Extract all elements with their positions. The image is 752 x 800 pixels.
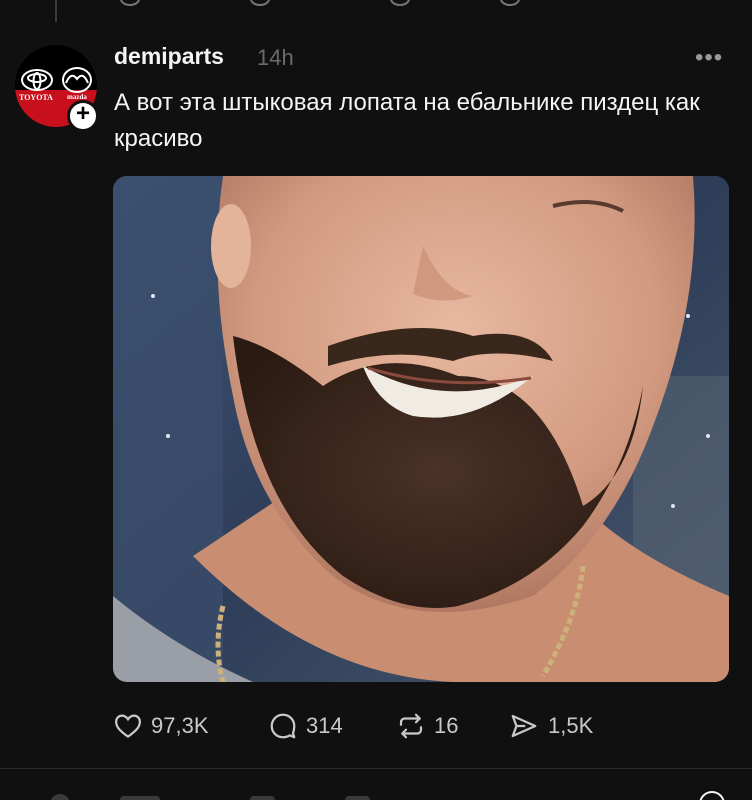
previous-post-actions-partial — [100, 0, 540, 10]
photo-illustration — [113, 176, 729, 682]
repost-icon — [399, 713, 423, 739]
post-timestamp: 14h — [257, 45, 294, 70]
post-image[interactable] — [113, 176, 729, 682]
comment-count: 314 — [306, 713, 343, 738]
toyota-logo-icon — [21, 69, 53, 91]
avatar-container[interactable]: TOYOTA mazda + — [15, 45, 99, 132]
brand-left-label: TOYOTA — [19, 93, 53, 102]
post-divider — [0, 768, 752, 769]
repost-count: 16 — [434, 713, 459, 738]
next-post-partial — [50, 791, 725, 800]
like-button[interactable]: 97,3K — [113, 706, 209, 746]
post-actions-bar: 97,3K 314 16 1,5K — [113, 706, 673, 746]
heart-icon — [114, 714, 142, 739]
share-button[interactable]: 1,5K — [508, 706, 593, 746]
repost-button[interactable]: 16 — [396, 706, 458, 746]
follow-plus-icon[interactable]: + — [67, 100, 99, 132]
mazda-logo-icon — [62, 67, 92, 93]
post-text: А вот эта штыковая лопата на ебальнике п… — [114, 89, 700, 152]
more-options-icon[interactable]: ••• — [695, 44, 723, 72]
comment-icon — [270, 713, 296, 739]
thread-post: TOYOTA mazda + demiparts 14h ••• А вот э… — [0, 30, 752, 765]
share-count: 1,5K — [548, 713, 594, 738]
comment-button[interactable]: 314 — [268, 706, 343, 746]
send-icon — [511, 714, 537, 738]
post-username[interactable]: demiparts — [114, 43, 224, 70]
like-count: 97,3K — [151, 713, 209, 738]
thread-connector-line — [55, 0, 57, 22]
